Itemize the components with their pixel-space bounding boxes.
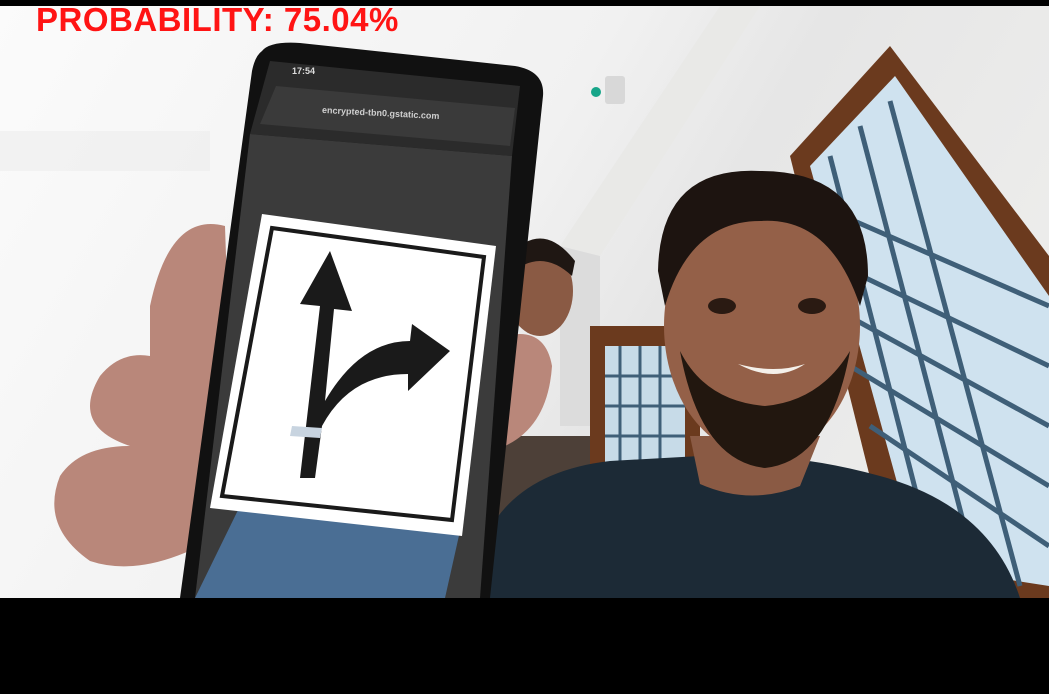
scene-illustration <box>0 6 1049 598</box>
camera-feed: 17:54 encrypted-tbn0.gstatic.com <box>0 6 1049 598</box>
camera-viewer: 17:54 encrypted-tbn0.gstatic.com PROBABI… <box>0 0 1049 694</box>
probability-label: PROBABILITY: <box>36 1 275 38</box>
wall-light-indicator <box>591 87 601 97</box>
bottom-letterbox <box>0 598 1049 694</box>
wall-light-fixture <box>605 76 625 104</box>
probability-value: 75.04% <box>283 1 399 38</box>
wall-shelf <box>0 131 210 171</box>
probability-overlay: PROBABILITY: 75.04% <box>36 0 399 40</box>
phone-status-time: 17:54 <box>292 66 316 76</box>
person-left-eye <box>708 298 736 314</box>
person-right-eye <box>798 298 826 314</box>
